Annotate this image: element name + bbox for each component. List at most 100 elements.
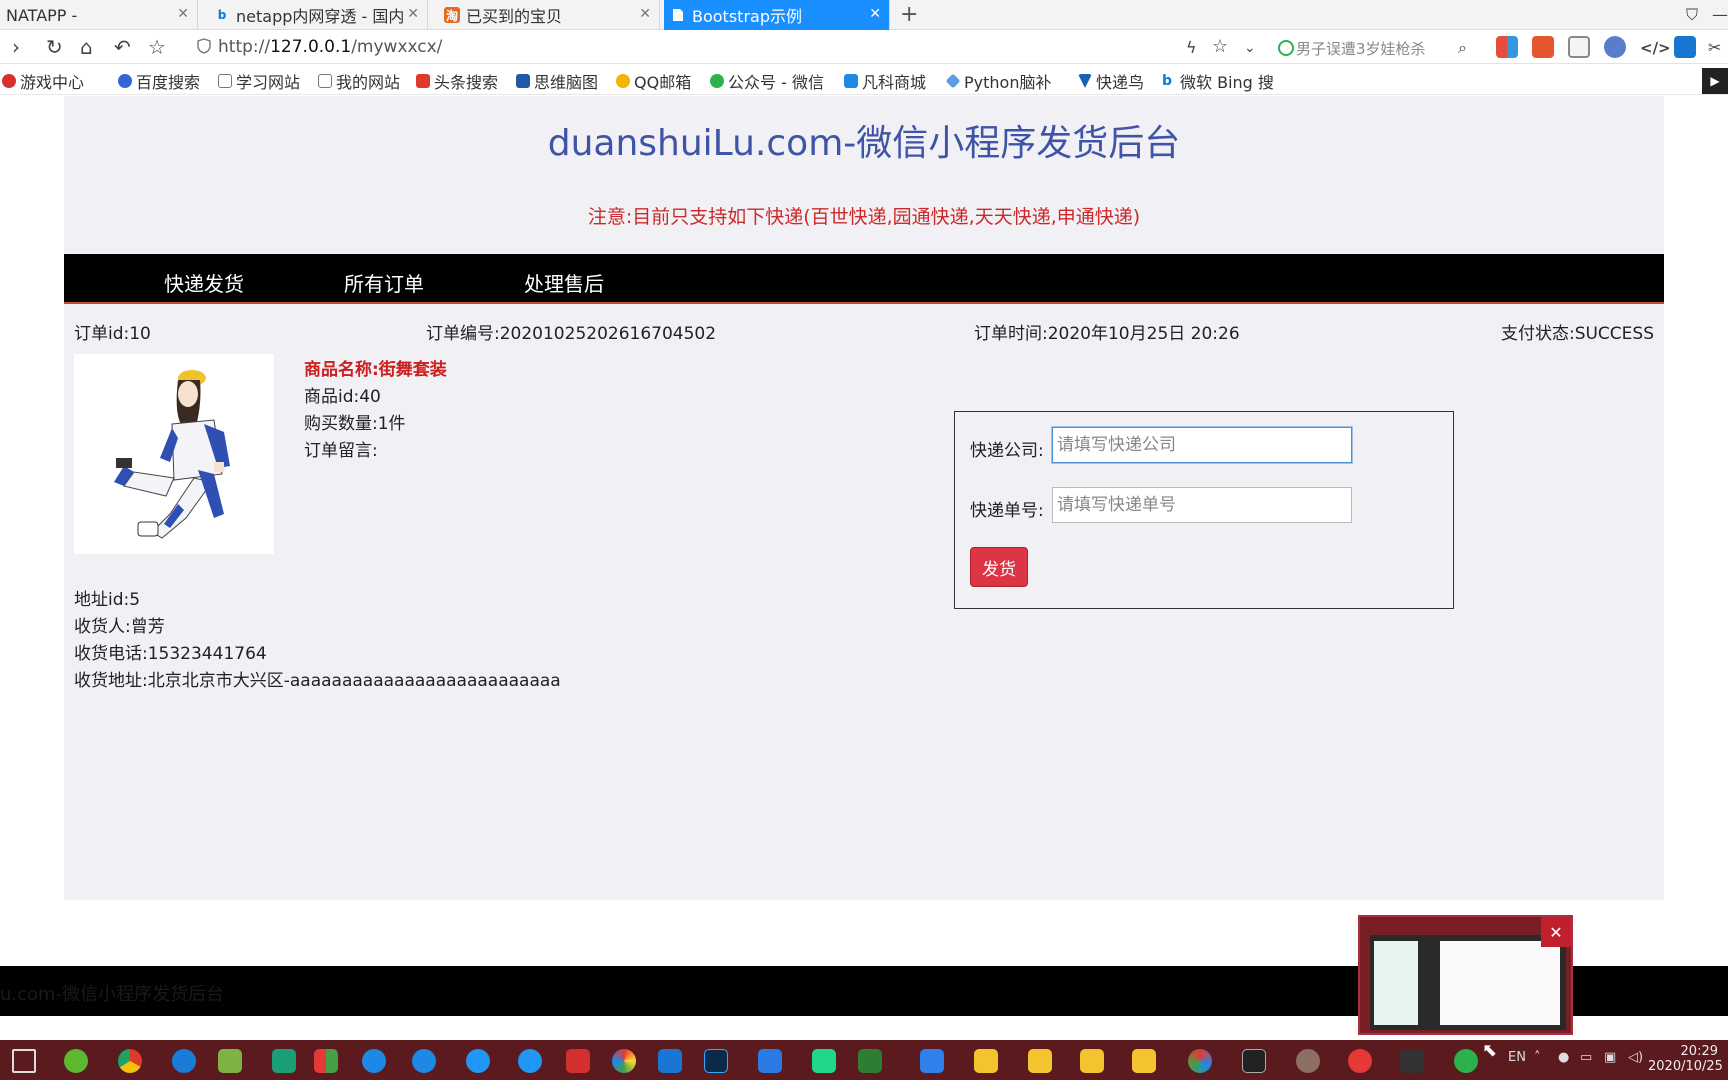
undo-icon[interactable]: ↶ bbox=[114, 35, 131, 59]
app-icon[interactable] bbox=[466, 1049, 490, 1073]
bookmark-label: 公众号 - 微信 bbox=[728, 73, 824, 92]
download-icon[interactable] bbox=[1674, 36, 1696, 58]
tracking-number-input[interactable] bbox=[1052, 487, 1352, 523]
game-icon[interactable] bbox=[1532, 36, 1554, 58]
close-icon[interactable]: ✕ bbox=[869, 6, 881, 22]
notepad-icon[interactable] bbox=[218, 1049, 242, 1073]
folder-icon[interactable] bbox=[1132, 1049, 1156, 1073]
browser-icon[interactable] bbox=[64, 1049, 88, 1073]
nav-item-ship[interactable]: 快递发货 bbox=[164, 268, 244, 297]
close-icon[interactable]: ✕ bbox=[177, 6, 189, 22]
chrome-icon[interactable] bbox=[118, 1049, 142, 1073]
player-icon[interactable] bbox=[920, 1049, 944, 1073]
nav-item-after-sales[interactable]: 处理售后 bbox=[524, 268, 604, 297]
extension-icon[interactable] bbox=[1604, 36, 1626, 58]
ship-button[interactable]: 发货 bbox=[970, 547, 1028, 587]
hbuilder-icon[interactable] bbox=[858, 1049, 882, 1073]
tab-bootstrap[interactable]: Bootstrap示例 ✕ bbox=[664, 0, 890, 30]
bookmark-item[interactable]: b 微软 Bing 搜 bbox=[1162, 69, 1280, 93]
lightning-icon[interactable]: ϟ bbox=[1186, 38, 1197, 57]
chevron-down-icon[interactable]: ⌄ bbox=[1244, 40, 1256, 56]
bookmarks-more-button[interactable]: ▶ bbox=[1702, 68, 1728, 94]
close-icon[interactable]: ✕ bbox=[1541, 917, 1571, 947]
devtools-icon[interactable]: </> bbox=[1640, 39, 1671, 57]
task-view-icon[interactable] bbox=[12, 1049, 36, 1073]
app-icon[interactable] bbox=[314, 1049, 338, 1073]
ie-icon[interactable] bbox=[412, 1049, 436, 1073]
app-icon[interactable] bbox=[518, 1049, 542, 1073]
bookmark-item[interactable]: 学习网站 bbox=[218, 69, 300, 93]
microphone-icon[interactable]: ● bbox=[1558, 1050, 1569, 1065]
bookmark-label: 我的网站 bbox=[336, 73, 401, 92]
folder-icon[interactable] bbox=[974, 1049, 998, 1073]
shirt-icon[interactable]: ⛉ bbox=[1686, 5, 1698, 25]
wechat-icon[interactable] bbox=[1454, 1049, 1478, 1073]
tab-netapp[interactable]: b netapp内网穿透 - 国内 ✕ bbox=[208, 0, 428, 30]
app-icon[interactable] bbox=[1188, 1049, 1212, 1073]
chevron-up-icon[interactable]: ˄ bbox=[1534, 1050, 1541, 1065]
clock[interactable]: 20:29 2020/10/25 bbox=[1648, 1044, 1723, 1074]
tracking-number-label: 快递单号: bbox=[970, 501, 1044, 521]
window-thumbnail[interactable]: ✕ bbox=[1358, 915, 1573, 1035]
nav-item-all-orders[interactable]: 所有订单 bbox=[344, 268, 424, 297]
url-field[interactable]: http://127.0.0.1/mywxxcx/ bbox=[218, 37, 442, 57]
page-icon bbox=[670, 7, 686, 23]
reload-icon[interactable]: ↻ bbox=[46, 35, 63, 59]
bookmark-item[interactable]: 游戏中心 bbox=[2, 69, 84, 93]
bookmark-item[interactable]: 凡科商城 bbox=[844, 69, 926, 93]
bookmark-item[interactable]: 公众号 - 微信 bbox=[710, 69, 834, 93]
avatar-icon[interactable] bbox=[1296, 1049, 1320, 1073]
main-navbar: 快递发货 所有订单 处理售后 bbox=[64, 254, 1664, 304]
apps-icon[interactable] bbox=[1496, 36, 1518, 58]
tab-taobao[interactable]: 淘 已买到的宝贝 ✕ bbox=[438, 0, 660, 30]
bookmark-item[interactable]: QQ邮箱 bbox=[616, 69, 691, 93]
pay-status: 支付状态:SUCCESS bbox=[1500, 324, 1654, 344]
ie-icon[interactable] bbox=[362, 1049, 386, 1073]
language-indicator[interactable]: EN bbox=[1508, 1050, 1526, 1065]
courier-company-input[interactable] bbox=[1052, 427, 1352, 463]
shipping-form: 快递公司: 快递单号: 发货 bbox=[954, 411, 1454, 609]
bookmark-item[interactable]: Python脑补 bbox=[946, 69, 1066, 93]
pycharm-icon[interactable] bbox=[812, 1049, 836, 1073]
folder-icon[interactable] bbox=[1080, 1049, 1104, 1073]
product-image bbox=[74, 354, 274, 554]
search-icon[interactable]: ⌕ bbox=[1458, 38, 1467, 58]
cut-icon[interactable]: ✂ bbox=[1708, 38, 1721, 57]
app-icon[interactable] bbox=[1348, 1049, 1372, 1073]
mouse-cursor-icon: ⬉ bbox=[1482, 1040, 1498, 1061]
home-icon[interactable]: ⌂ bbox=[80, 35, 93, 59]
photoshop-icon[interactable] bbox=[704, 1049, 728, 1073]
new-tab-button[interactable]: + bbox=[900, 2, 918, 27]
store-icon bbox=[844, 74, 858, 88]
folder-icon bbox=[218, 74, 232, 88]
bookmark-star-icon[interactable]: ☆ bbox=[1212, 36, 1228, 57]
terminal-icon[interactable] bbox=[1242, 1049, 1266, 1073]
obs-icon[interactable] bbox=[1400, 1049, 1424, 1073]
bookmark-item[interactable]: 头条搜索 bbox=[416, 69, 498, 93]
close-icon[interactable]: ✕ bbox=[639, 6, 651, 22]
bookmark-item[interactable]: 思维脑图 bbox=[516, 69, 598, 93]
folder-icon[interactable] bbox=[1028, 1049, 1052, 1073]
tab-label: 已买到的宝贝 bbox=[466, 7, 563, 26]
bookmark-item[interactable]: 我的网站 bbox=[318, 69, 400, 93]
star-icon[interactable]: ☆ bbox=[148, 35, 166, 59]
search-suggestion[interactable]: 男子误遭3岁娃枪杀 bbox=[1296, 38, 1426, 59]
order-id: 订单id:10 bbox=[74, 324, 151, 344]
youdao-icon[interactable] bbox=[566, 1049, 590, 1073]
volume-icon[interactable]: ◁) bbox=[1628, 1050, 1643, 1065]
chrome-icon[interactable] bbox=[612, 1049, 636, 1073]
vscode-icon[interactable] bbox=[658, 1049, 682, 1073]
network-icon[interactable]: ▣ bbox=[1604, 1050, 1616, 1065]
close-icon[interactable]: ✕ bbox=[407, 6, 419, 22]
bookmark-item[interactable]: 快递鸟 bbox=[1078, 69, 1144, 93]
qq-browser-icon[interactable] bbox=[172, 1049, 196, 1073]
battery-icon[interactable]: ▭ bbox=[1580, 1050, 1592, 1065]
bookmark-item[interactable]: 百度搜索 bbox=[118, 69, 200, 93]
forward-icon[interactable]: › bbox=[12, 35, 20, 59]
tab-natapp[interactable]: NATAPP - ✕ bbox=[0, 0, 198, 30]
wps-icon[interactable] bbox=[758, 1049, 782, 1073]
vscode-green-icon[interactable] bbox=[272, 1049, 296, 1073]
bookmark-label: 思维脑图 bbox=[534, 73, 599, 92]
screenshot-icon[interactable] bbox=[1568, 36, 1590, 58]
minimize-icon[interactable]: — bbox=[1712, 5, 1728, 24]
